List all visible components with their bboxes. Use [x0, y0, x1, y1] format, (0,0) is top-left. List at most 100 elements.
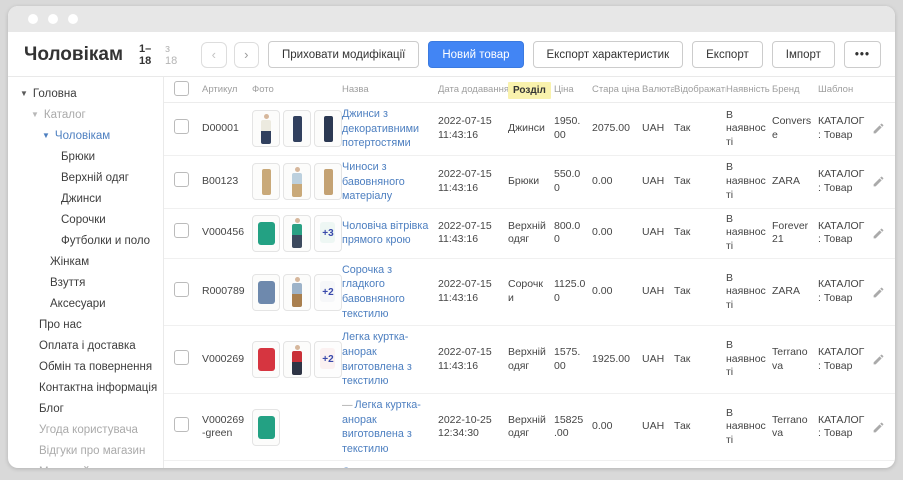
sidebar-item[interactable]: Мапа сайту: [8, 462, 163, 468]
cell-old-price: 1925.00: [592, 349, 642, 371]
product-photo[interactable]: +2: [314, 341, 342, 378]
row-checkbox[interactable]: [174, 282, 189, 297]
sidebar-item[interactable]: Блог: [8, 399, 163, 420]
row-checkbox[interactable]: [174, 417, 189, 432]
sidebar-item[interactable]: Обмін та повернення: [8, 357, 163, 378]
row-checkbox[interactable]: [174, 223, 189, 238]
sidebar-item-label: Головна: [33, 88, 77, 100]
import-button[interactable]: Імпорт: [772, 41, 835, 68]
main-area: ▼Головна▼Каталог▼ЧоловікамБрюкиВерхній о…: [8, 77, 895, 468]
table-row: R000879+2Сорочка з бавовняного матеріалу…: [164, 461, 895, 468]
product-name-link[interactable]: Сорочка з гладкого бавовняного текстилю: [342, 264, 405, 320]
sidebar-item[interactable]: Про нас: [8, 315, 163, 336]
cell-display: Так: [674, 416, 726, 438]
edit-button[interactable]: [872, 175, 885, 188]
row-checkbox[interactable]: [174, 350, 189, 365]
sidebar-item[interactable]: Контактна інформація: [8, 378, 163, 399]
window-control-icon[interactable]: [48, 14, 58, 24]
prev-page-button[interactable]: ‹: [201, 42, 226, 68]
window-control-icon[interactable]: [28, 14, 38, 24]
sidebar-item[interactable]: Жінкам: [8, 252, 163, 273]
cell-select: [174, 168, 202, 196]
product-name-link[interactable]: Чиноси з бавовняного матеріалу: [342, 161, 405, 202]
cell-name: Сорочка з гладкого бавовняного текстилю: [342, 259, 438, 326]
product-photo[interactable]: [314, 110, 342, 147]
sidebar-item[interactable]: Аксесуари: [8, 294, 163, 315]
product-photo[interactable]: +2: [314, 274, 342, 311]
date-value: 2022-07-15: [438, 220, 502, 234]
product-photo[interactable]: [314, 163, 342, 200]
product-photo[interactable]: [252, 110, 280, 147]
product-photo[interactable]: [252, 409, 280, 446]
edit-button[interactable]: [872, 421, 885, 434]
garment-graphic: [258, 348, 275, 371]
edit-button[interactable]: [872, 227, 885, 240]
sidebar-item[interactable]: ▼Чоловікам: [8, 126, 163, 147]
column-header[interactable]: Розділ: [508, 81, 554, 99]
edit-button[interactable]: [872, 353, 885, 366]
sidebar-item[interactable]: Брюки: [8, 147, 163, 168]
cell-price: 550.00: [554, 164, 592, 199]
cell-price: 1950.00: [554, 111, 592, 146]
sidebar-item[interactable]: Угода користувача: [8, 420, 163, 441]
window-control-icon[interactable]: [68, 14, 78, 24]
product-name-link[interactable]: Чоловіча вітрівка прямого крою: [342, 220, 428, 247]
sidebar-item[interactable]: Верхній одяг: [8, 168, 163, 189]
sidebar-item[interactable]: Відгуки про магазин: [8, 441, 163, 462]
product-photo[interactable]: [252, 215, 280, 252]
next-page-button[interactable]: ›: [234, 42, 259, 68]
product-photo[interactable]: [252, 163, 280, 200]
product-name-link[interactable]: Легка куртка-анорак виготовлена з тексти…: [342, 399, 421, 455]
cell-date-added: 2022-07-1511:43:16: [438, 164, 508, 199]
delete-button[interactable]: [893, 286, 895, 299]
sidebar-item-label: Контактна інформація: [39, 382, 157, 394]
product-photo[interactable]: [252, 274, 280, 311]
product-photo[interactable]: +3: [314, 215, 342, 252]
product-photo[interactable]: [283, 215, 311, 252]
cell-price: 15825.00: [554, 410, 592, 445]
cell-old-price: 0.00: [592, 416, 642, 438]
sidebar-item[interactable]: Джинси: [8, 189, 163, 210]
new-product-button[interactable]: Новий товар: [428, 41, 523, 68]
export-characteristics-button[interactable]: Експорт характеристик: [533, 41, 684, 68]
product-photo[interactable]: [283, 274, 311, 311]
cell-brand: Converse: [772, 111, 818, 146]
delete-button[interactable]: [893, 421, 895, 434]
sidebar-item[interactable]: Футболки и поло: [8, 231, 163, 252]
products-table: АртикулФотоНазваДата додаванняРозділЦіна…: [164, 77, 895, 468]
hide-modifications-button[interactable]: Приховати модифікації: [268, 41, 419, 68]
delete-button[interactable]: [893, 175, 895, 188]
sidebar-item[interactable]: Сорочки: [8, 210, 163, 231]
row-checkbox[interactable]: [174, 172, 189, 187]
cell-availability: В наявності: [726, 105, 772, 154]
sidebar-item[interactable]: ▼Головна: [8, 84, 163, 105]
delete-icon: [893, 175, 895, 188]
product-name-link[interactable]: Джинси з декоративними потертостями: [342, 108, 419, 149]
export-button[interactable]: Експорт: [692, 41, 763, 68]
edit-button[interactable]: [872, 122, 885, 135]
cell-currency: UAH: [642, 118, 674, 140]
row-checkbox[interactable]: [174, 119, 189, 134]
product-name-link[interactable]: Легка куртка-анорак виготовлена з тексти…: [342, 331, 412, 387]
sidebar-item-label: Аксесуари: [50, 298, 106, 310]
product-photo[interactable]: [283, 163, 311, 200]
pants-graphic: [324, 116, 333, 142]
product-photo[interactable]: [283, 341, 311, 378]
delete-button[interactable]: [893, 227, 895, 240]
app-window: Чоловікам 1–18 з 18 ‹ › Приховати модифі…: [8, 6, 895, 468]
select-all-checkbox[interactable]: [174, 81, 189, 96]
cell-actions: [872, 223, 895, 244]
cell-name: Чиноси з бавовняного матеріалу: [342, 156, 438, 208]
product-photo[interactable]: [283, 110, 311, 147]
sidebar-item[interactable]: Взуття: [8, 273, 163, 294]
delete-button[interactable]: [893, 122, 895, 135]
cell-date-added: 2022-07-1511:43:16: [438, 342, 508, 377]
delete-button[interactable]: [893, 353, 895, 366]
edit-button[interactable]: [872, 286, 885, 299]
product-photo[interactable]: [252, 341, 280, 378]
sidebar-item[interactable]: Оплата і доставка: [8, 336, 163, 357]
product-name-link[interactable]: Сорочка з бавовняного матеріалу притален…: [342, 466, 405, 468]
more-actions-button[interactable]: •••: [844, 41, 881, 68]
sidebar-item[interactable]: ▼Каталог: [8, 105, 163, 126]
sidebar-item-label: Оплата і доставка: [39, 340, 136, 352]
